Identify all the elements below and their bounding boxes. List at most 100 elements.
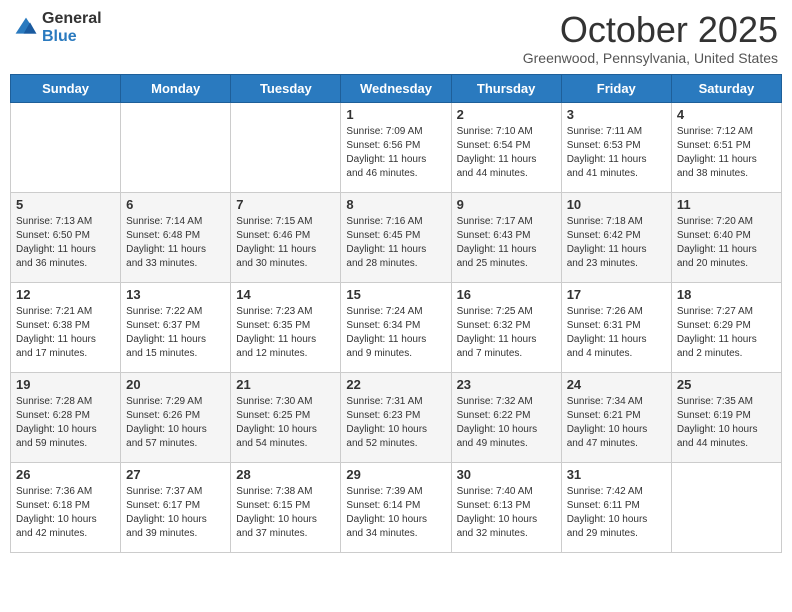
calendar-week-3: 12 Sunrise: 7:21 AM Sunset: 6:38 PM Dayli… [11, 282, 782, 372]
calendar-cell: 25 Sunrise: 7:35 AM Sunset: 6:19 PM Dayli… [671, 372, 781, 462]
day-info: Sunrise: 7:31 AM Sunset: 6:23 PM Dayligh… [346, 395, 445, 451]
calendar-week-2: 5Sunrise: 7:13 AM Sunset: 6:50 PM Daylig… [11, 192, 782, 282]
calendar-cell: 9 Sunrise: 7:17 AM Sunset: 6:43 PM Daylig… [451, 192, 561, 282]
day-number: 10 [567, 197, 666, 212]
calendar-week-5: 26Sunrise: 7:36 AM Sunset: 6:18 PM Dayli… [11, 462, 782, 552]
calendar-cell: 30Sunrise: 7:40 AM Sunset: 6:13 PM Dayli… [451, 462, 561, 552]
day-info: Sunrise: 7:23 AM Sunset: 6:35 PM Dayligh… [236, 305, 335, 361]
calendar-cell [231, 102, 341, 192]
day-number: 29 [346, 467, 445, 482]
calendar-cell: 21Sunrise: 7:30 AM Sunset: 6:25 PM Dayli… [231, 372, 341, 462]
calendar-cell: 5Sunrise: 7:13 AM Sunset: 6:50 PM Daylig… [11, 192, 121, 282]
calendar-header: SundayMondayTuesdayWednesdayThursdayFrid… [11, 74, 782, 102]
day-info: Sunrise: 7:22 AM Sunset: 6:37 PM Dayligh… [126, 305, 225, 361]
calendar-cell: 18 Sunrise: 7:27 AM Sunset: 6:29 PM Dayli… [671, 282, 781, 372]
day-info: Sunrise: 7:30 AM Sunset: 6:25 PM Dayligh… [236, 395, 335, 451]
day-number: 5 [16, 197, 115, 212]
day-number: 25 [677, 377, 776, 392]
calendar-cell: 22 Sunrise: 7:31 AM Sunset: 6:23 PM Dayli… [341, 372, 451, 462]
day-number: 14 [236, 287, 335, 302]
logo-icon [14, 16, 38, 40]
day-header-thursday: Thursday [451, 74, 561, 102]
calendar-cell: 13Sunrise: 7:22 AM Sunset: 6:37 PM Dayli… [121, 282, 231, 372]
calendar-cell: 2 Sunrise: 7:10 AM Sunset: 6:54 PM Daylig… [451, 102, 561, 192]
day-info: Sunrise: 7:37 AM Sunset: 6:17 PM Dayligh… [126, 485, 225, 541]
day-number: 22 [346, 377, 445, 392]
calendar-cell: 1 Sunrise: 7:09 AM Sunset: 6:56 PM Daylig… [341, 102, 451, 192]
day-number: 31 [567, 467, 666, 482]
location-subtitle: Greenwood, Pennsylvania, United States [523, 50, 778, 66]
calendar-cell [671, 462, 781, 552]
calendar-cell: 19Sunrise: 7:28 AM Sunset: 6:28 PM Dayli… [11, 372, 121, 462]
day-number: 6 [126, 197, 225, 212]
logo-general-text: General [42, 10, 102, 28]
day-info: Sunrise: 7:16 AM Sunset: 6:45 PM Dayligh… [346, 215, 445, 271]
day-number: 15 [346, 287, 445, 302]
calendar-cell: 8 Sunrise: 7:16 AM Sunset: 6:45 PM Daylig… [341, 192, 451, 282]
day-header-monday: Monday [121, 74, 231, 102]
day-info: Sunrise: 7:11 AM Sunset: 6:53 PM Dayligh… [567, 125, 666, 181]
day-number: 19 [16, 377, 115, 392]
day-header-friday: Friday [561, 74, 671, 102]
day-number: 2 [457, 107, 556, 122]
calendar-cell: 11 Sunrise: 7:20 AM Sunset: 6:40 PM Dayli… [671, 192, 781, 282]
page-header: General Blue October 2025 Greenwood, Pen… [10, 10, 782, 66]
calendar-cell: 12 Sunrise: 7:21 AM Sunset: 6:38 PM Dayli… [11, 282, 121, 372]
day-number: 3 [567, 107, 666, 122]
day-number: 20 [126, 377, 225, 392]
calendar-cell: 28Sunrise: 7:38 AM Sunset: 6:15 PM Dayli… [231, 462, 341, 552]
day-info: Sunrise: 7:09 AM Sunset: 6:56 PM Dayligh… [346, 125, 445, 181]
logo-blue-text: Blue [42, 28, 102, 46]
calendar-cell: 29 Sunrise: 7:39 AM Sunset: 6:14 PM Dayli… [341, 462, 451, 552]
day-info: Sunrise: 7:17 AM Sunset: 6:43 PM Dayligh… [457, 215, 556, 271]
calendar-week-1: 1 Sunrise: 7:09 AM Sunset: 6:56 PM Daylig… [11, 102, 782, 192]
day-info: Sunrise: 7:34 AM Sunset: 6:21 PM Dayligh… [567, 395, 666, 451]
day-info: Sunrise: 7:29 AM Sunset: 6:26 PM Dayligh… [126, 395, 225, 451]
day-info: Sunrise: 7:24 AM Sunset: 6:34 PM Dayligh… [346, 305, 445, 361]
day-number: 16 [457, 287, 556, 302]
day-info: Sunrise: 7:10 AM Sunset: 6:54 PM Dayligh… [457, 125, 556, 181]
day-info: Sunrise: 7:15 AM Sunset: 6:46 PM Dayligh… [236, 215, 335, 271]
day-number: 23 [457, 377, 556, 392]
day-number: 9 [457, 197, 556, 212]
day-header-sunday: Sunday [11, 74, 121, 102]
day-info: Sunrise: 7:25 AM Sunset: 6:32 PM Dayligh… [457, 305, 556, 361]
day-number: 18 [677, 287, 776, 302]
day-number: 1 [346, 107, 445, 122]
day-header-tuesday: Tuesday [231, 74, 341, 102]
calendar-cell: 27Sunrise: 7:37 AM Sunset: 6:17 PM Dayli… [121, 462, 231, 552]
day-info: Sunrise: 7:14 AM Sunset: 6:48 PM Dayligh… [126, 215, 225, 271]
day-info: Sunrise: 7:36 AM Sunset: 6:18 PM Dayligh… [16, 485, 115, 541]
calendar-cell: 6 Sunrise: 7:14 AM Sunset: 6:48 PM Daylig… [121, 192, 231, 282]
day-info: Sunrise: 7:32 AM Sunset: 6:22 PM Dayligh… [457, 395, 556, 451]
logo: General Blue [14, 10, 102, 45]
calendar-table: SundayMondayTuesdayWednesdayThursdayFrid… [10, 74, 782, 553]
day-number: 12 [16, 287, 115, 302]
calendar-cell: 3 Sunrise: 7:11 AM Sunset: 6:53 PM Daylig… [561, 102, 671, 192]
day-info: Sunrise: 7:20 AM Sunset: 6:40 PM Dayligh… [677, 215, 776, 271]
day-number: 30 [457, 467, 556, 482]
day-info: Sunrise: 7:42 AM Sunset: 6:11 PM Dayligh… [567, 485, 666, 541]
day-info: Sunrise: 7:27 AM Sunset: 6:29 PM Dayligh… [677, 305, 776, 361]
calendar-cell: 15 Sunrise: 7:24 AM Sunset: 6:34 PM Dayli… [341, 282, 451, 372]
day-info: Sunrise: 7:26 AM Sunset: 6:31 PM Dayligh… [567, 305, 666, 361]
calendar-cell: 4Sunrise: 7:12 AM Sunset: 6:51 PM Daylig… [671, 102, 781, 192]
calendar-cell: 31 Sunrise: 7:42 AM Sunset: 6:11 PM Dayli… [561, 462, 671, 552]
day-number: 28 [236, 467, 335, 482]
calendar-cell: 7 Sunrise: 7:15 AM Sunset: 6:46 PM Daylig… [231, 192, 341, 282]
day-number: 7 [236, 197, 335, 212]
calendar-cell: 17 Sunrise: 7:26 AM Sunset: 6:31 PM Dayli… [561, 282, 671, 372]
day-number: 4 [677, 107, 776, 122]
day-number: 17 [567, 287, 666, 302]
calendar-body: 1 Sunrise: 7:09 AM Sunset: 6:56 PM Daylig… [11, 102, 782, 552]
day-info: Sunrise: 7:21 AM Sunset: 6:38 PM Dayligh… [16, 305, 115, 361]
day-info: Sunrise: 7:39 AM Sunset: 6:14 PM Dayligh… [346, 485, 445, 541]
day-number: 11 [677, 197, 776, 212]
month-title: October 2025 [523, 10, 778, 50]
calendar-cell: 10Sunrise: 7:18 AM Sunset: 6:42 PM Dayli… [561, 192, 671, 282]
day-info: Sunrise: 7:35 AM Sunset: 6:19 PM Dayligh… [677, 395, 776, 451]
logo-text: General Blue [42, 10, 102, 45]
day-header-saturday: Saturday [671, 74, 781, 102]
day-number: 8 [346, 197, 445, 212]
day-number: 24 [567, 377, 666, 392]
